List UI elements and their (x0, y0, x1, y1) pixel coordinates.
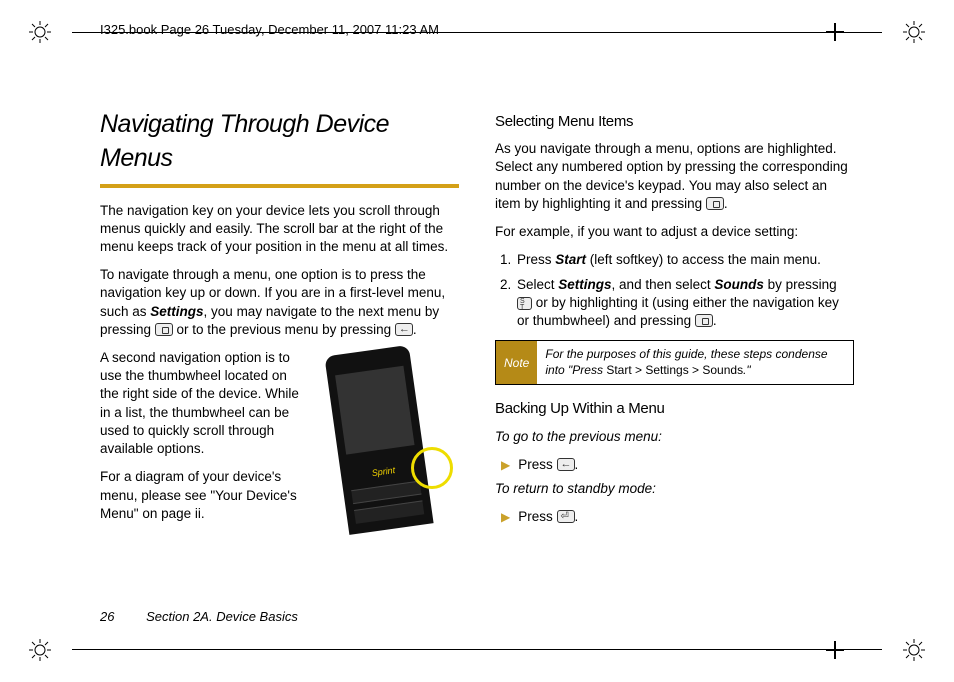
crop-mark-bottom-left (28, 638, 52, 662)
nav-key-icon (155, 323, 173, 336)
crop-mark-bottom-right (902, 638, 926, 662)
bullet-arrow-icon: ▶ (501, 508, 510, 526)
thumbwheel-highlight-circle (411, 447, 453, 489)
left-paragraph-4: For a diagram of your device's menu, ple… (100, 468, 305, 523)
sounds-word: Sounds (714, 277, 764, 292)
center-key-icon (695, 314, 713, 327)
note-box: Note For the purposes of this guide, the… (495, 340, 854, 385)
back-step: ▶ Press . (501, 456, 854, 474)
back-key-icon (395, 323, 413, 336)
device-image: Sprint (319, 349, 459, 529)
text: , and then select (612, 277, 715, 292)
heading-backing-up: Backing Up Within a Menu (495, 399, 854, 419)
column-right: Selecting Menu Items As you navigate thr… (495, 108, 854, 592)
text: As you navigate through a menu, options … (495, 141, 848, 211)
note-label: Note (496, 341, 537, 384)
st-key-icon: ST (517, 297, 532, 310)
crop-rule-bottom (72, 649, 882, 650)
page-footer: 26 Section 2A. Device Basics (100, 609, 298, 624)
note-breadcrumb: Start > Settings > Sounds (606, 363, 743, 377)
step-1: Press Start (left softkey) to access the… (515, 251, 854, 269)
step-2: Select Settings, and then select Sounds … (515, 276, 854, 331)
crop-cross-top (826, 23, 844, 41)
page-number: 26 (100, 609, 114, 624)
start-word: Start (555, 252, 586, 267)
left-paragraph-3: A second navigation option is to use the… (100, 349, 305, 458)
bullet-arrow-icon: ▶ (501, 456, 510, 474)
title-underline (100, 184, 459, 188)
left-paragraph-2: To navigate through a menu, one option i… (100, 266, 459, 339)
settings-word: Settings (558, 277, 611, 292)
section-title: Navigating Through Device Menus (100, 108, 459, 176)
text: Press (517, 252, 555, 267)
center-key-icon (706, 197, 724, 210)
crop-mark-top-right (902, 20, 926, 44)
header-file-path: I325.book Page 26 Tuesday, December 11, … (100, 22, 439, 37)
text: by pressing (764, 277, 837, 292)
text: or to the previous menu by pressing (173, 322, 395, 337)
steps-list: Press Start (left softkey) to access the… (495, 251, 854, 330)
text: . (413, 322, 417, 337)
settings-word: Settings (150, 304, 203, 319)
left-paragraph-1: The navigation key on your device lets y… (100, 202, 459, 257)
back-key-icon (557, 458, 575, 471)
section-label: Section 2A. Device Basics (146, 609, 298, 624)
note-text: For the purposes of this guide, these st… (537, 341, 853, 384)
standby-step: ▶ Press . (501, 508, 854, 526)
text: . (713, 313, 717, 328)
heading-selecting-menu-items: Selecting Menu Items (495, 112, 854, 132)
select-paragraph-1: As you navigate through a menu, options … (495, 140, 854, 213)
text: ." (743, 363, 751, 377)
column-left: Navigating Through Device Menus The navi… (100, 108, 459, 592)
text: . (575, 509, 579, 524)
text: . (575, 457, 579, 472)
text: Press (518, 509, 556, 524)
text: Press (518, 457, 556, 472)
back-intro: To go to the previous menu: (495, 428, 854, 446)
standby-intro: To return to standby mode: (495, 480, 854, 498)
text: (left softkey) to access the main menu. (586, 252, 821, 267)
text: . (724, 196, 728, 211)
crop-mark-top-left (28, 20, 52, 44)
text: or by highlighting it (using either the … (517, 295, 839, 328)
crop-cross-bottom (826, 641, 844, 659)
end-key-icon (557, 510, 575, 523)
select-paragraph-2: For example, if you want to adjust a dev… (495, 223, 854, 241)
text: Select (517, 277, 558, 292)
